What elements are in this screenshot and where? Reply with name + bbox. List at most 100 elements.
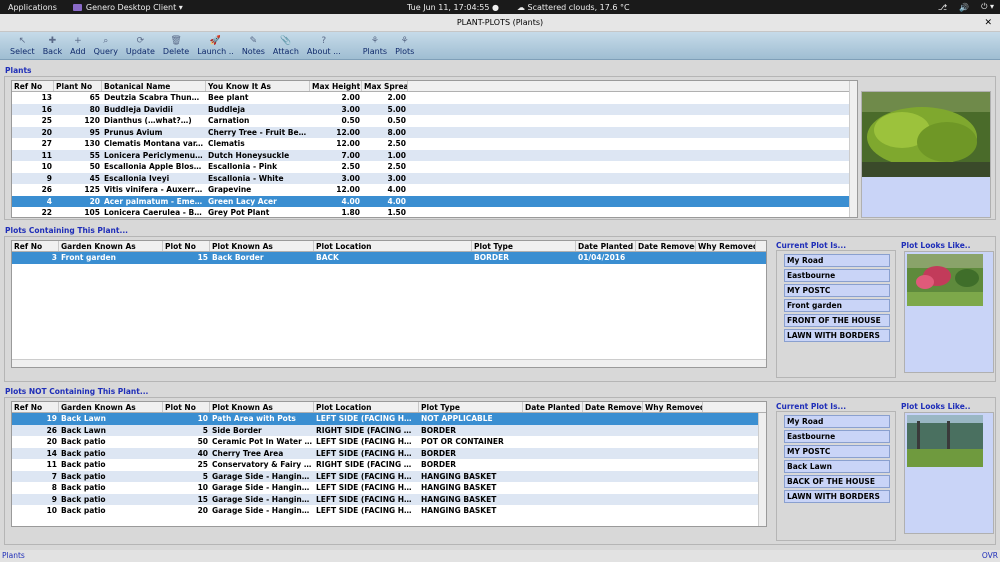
column-header[interactable]: Plot Known As <box>210 402 314 412</box>
clock[interactable]: Tue Jun 11, 17:04:55 ● <box>407 3 499 12</box>
power-icon[interactable]: ⏻ ▾ <box>981 2 994 12</box>
table-row[interactable]: 11 55 Lonicera Periclymenum … Dutch Honeysu… <box>12 149 857 161</box>
back-button[interactable]: ✚ Back <box>39 36 66 59</box>
delete-button[interactable]: 🗑 Delete <box>159 36 193 59</box>
current-plot-field[interactable]: MY POSTC <box>784 284 890 297</box>
current-plot-field[interactable]: Back Lawn <box>784 460 890 473</box>
table-row[interactable]: 8 Back patio 10 Garage Side - Hanging B… LEF… <box>12 482 766 494</box>
weather[interactable]: ☁ Scattered clouds, 17.6 °C <box>517 3 630 12</box>
plots-button[interactable]: ⚘ Plots <box>391 36 418 59</box>
table-row[interactable]: 13 65 Deutzia Scabra Thunber… Bee plant 2.00… <box>12 92 857 104</box>
current-plot-field[interactable]: LAWN WITH BORDERS <box>784 329 890 342</box>
current-plot-field[interactable]: BACK OF THE HOUSE <box>784 475 890 488</box>
launch-button[interactable]: 🚀 Launch .. <box>193 36 238 59</box>
attach-button[interactable]: 📎 Attach <box>269 36 303 59</box>
column-header[interactable]: Date Planted <box>523 402 583 412</box>
table-cell: POT OR CONTAINER <box>421 437 504 446</box>
column-header[interactable]: Plot Location <box>314 241 472 251</box>
column-header[interactable]: Date Removed <box>583 402 643 412</box>
column-header[interactable]: Date Planted <box>576 241 636 251</box>
column-header[interactable]: Plot No <box>163 241 210 251</box>
notes-button[interactable]: ✎ Notes <box>238 36 269 59</box>
table-row[interactable]: 16 80 Buddleja Davidii Buddleja 3.00 5.00 <box>12 103 857 115</box>
column-header[interactable]: Ref No <box>12 81 54 91</box>
plants-button[interactable]: ⚘ Plants <box>359 36 391 59</box>
table-cell: Path Area with Pots <box>212 414 296 423</box>
table-row[interactable]: 27 130 Clematis Montana var. W… Clematis 12.… <box>12 138 857 150</box>
table-row[interactable]: 10 Back patio 20 Garage Side - Hanging B… LE… <box>12 505 766 517</box>
column-header[interactable]: Garden Known As <box>59 241 163 251</box>
add-label: Add <box>70 47 86 56</box>
table-row[interactable]: 3 Front garden 15 Back Border BACK BORDER 01/0… <box>12 252 766 264</box>
add-button[interactable]: + Add <box>66 36 90 59</box>
column-header[interactable]: Ref No <box>12 402 59 412</box>
table-cell: RIGHT SIDE (FACING H… <box>316 460 418 469</box>
table-row[interactable]: 20 Back patio 50 Ceramic Pot In Water Fe… LE… <box>12 436 766 448</box>
column-header[interactable]: Garden Known As <box>59 402 163 412</box>
table-row[interactable]: 14 Back patio 40 Cherry Tree Area LEFT SIDE … <box>12 447 766 459</box>
column-header[interactable]: You Know It As <box>206 81 310 91</box>
table-row[interactable]: 9 45 Escallonia Iveyi Escallonia - White 3.0… <box>12 172 857 184</box>
table-cell: BORDER <box>474 253 509 262</box>
table-cell <box>583 482 643 494</box>
column-header[interactable]: Plot Location <box>314 402 419 412</box>
network-icon[interactable]: ⎇ <box>938 3 947 12</box>
containing-header: Ref No Garden Known As Plot No Plot Known A… <box>12 241 766 252</box>
table-cell: 16 <box>41 104 52 114</box>
about-button[interactable]: ? About ... <box>303 36 345 59</box>
table-row[interactable]: 10 50 Escallonia Apple Blossom Escallonia -… <box>12 161 857 173</box>
table-row[interactable]: 25 120 Dianthus (…what?…) Carnation 0.50 0.50 <box>12 115 857 127</box>
table-cell: Side Border <box>212 425 262 435</box>
column-header[interactable]: Plot No <box>163 402 210 412</box>
table-cell: Garage Side - Hanging B… <box>212 471 314 481</box>
applications-menu[interactable]: Applications <box>8 3 57 12</box>
column-header[interactable]: Plot Type <box>419 402 523 412</box>
table-row[interactable]: 22 105 Lonicera Caerulea - Blue… Grey Pot P… <box>12 207 857 217</box>
table-cell: 10 <box>197 483 208 492</box>
column-header[interactable]: Date Removed <box>636 241 696 251</box>
table-cell: HANGING BASKET <box>421 494 497 504</box>
current-plot-field[interactable]: Front garden <box>784 299 890 312</box>
select-button[interactable]: ↖ Select <box>6 36 39 59</box>
containing-current-title: Current Plot Is... <box>776 241 847 250</box>
column-header[interactable]: Max Spread <box>362 81 408 91</box>
column-header[interactable]: Why Removed <box>696 241 756 251</box>
table-cell <box>643 436 703 448</box>
table-cell: 2.50 <box>341 162 360 171</box>
column-header[interactable]: Max Height <box>310 81 362 91</box>
update-button[interactable]: ⟳ Update <box>122 36 159 59</box>
not-containing-table[interactable]: Ref No Garden Known As Plot No Plot Known A… <box>11 401 767 527</box>
table-row[interactable]: 7 Back patio 5 Garage Side - Hanging B… LEFT… <box>12 470 766 482</box>
current-plot-field[interactable]: MY POSTC <box>784 445 890 458</box>
current-plot-field[interactable]: FRONT OF THE HOUSE <box>784 314 890 327</box>
table-row[interactable]: 20 95 Prunus Avium Cherry Tree - Fruit Bear… <box>12 126 857 138</box>
query-button[interactable]: ⌕ Query <box>90 36 122 59</box>
genero-app-icon <box>72 3 82 11</box>
table-row[interactable]: 19 Back Lawn 10 Path Area with Pots LEFT SID… <box>12 413 766 425</box>
table-row[interactable]: 11 Back patio 25 Conservatory & Fairy ga… RI… <box>12 459 766 471</box>
containing-table[interactable]: Ref No Garden Known As Plot No Plot Known A… <box>11 240 767 368</box>
table-row[interactable]: 26 125 Vitis vinifera - Auxerrois … Grapevi… <box>12 184 857 196</box>
volume-icon[interactable]: 🔊 <box>959 3 969 12</box>
current-plot-field[interactable]: Eastbourne <box>784 269 890 282</box>
plants-table[interactable]: Ref No Plant No Botanical Name You Know It … <box>11 80 858 218</box>
containing-table-hscrollbar[interactable] <box>12 359 766 367</box>
table-row[interactable]: 4 20 Acer palmatum - Emeral… Green Lacy Ace… <box>12 195 857 207</box>
current-plot-field[interactable]: My Road <box>784 254 890 267</box>
plants-table-scrollbar[interactable] <box>849 81 857 217</box>
column-header[interactable]: Why Removed <box>643 402 703 412</box>
not-containing-table-scrollbar[interactable] <box>758 413 766 526</box>
app-menu[interactable]: Genero Desktop Client ▾ <box>72 3 183 12</box>
table-row[interactable]: 26 Back Lawn 5 Side Border RIGHT SIDE (FACIN… <box>12 424 766 436</box>
current-plot-field[interactable]: Eastbourne <box>784 430 890 443</box>
current-plot-field[interactable]: My Road <box>784 415 890 428</box>
close-window-button[interactable]: ✕ <box>984 14 992 32</box>
column-header[interactable]: Plant No <box>54 81 102 91</box>
column-header[interactable]: Plot Known As <box>210 241 314 251</box>
column-header[interactable]: Ref No <box>12 241 59 251</box>
table-row[interactable]: 9 Back patio 15 Garage Side - Hanging B… LEF… <box>12 493 766 505</box>
table-cell: 105 <box>84 208 100 217</box>
current-plot-field[interactable]: LAWN WITH BORDERS <box>784 490 890 503</box>
column-header[interactable]: Botanical Name <box>102 81 206 91</box>
column-header[interactable]: Plot Type <box>472 241 576 251</box>
